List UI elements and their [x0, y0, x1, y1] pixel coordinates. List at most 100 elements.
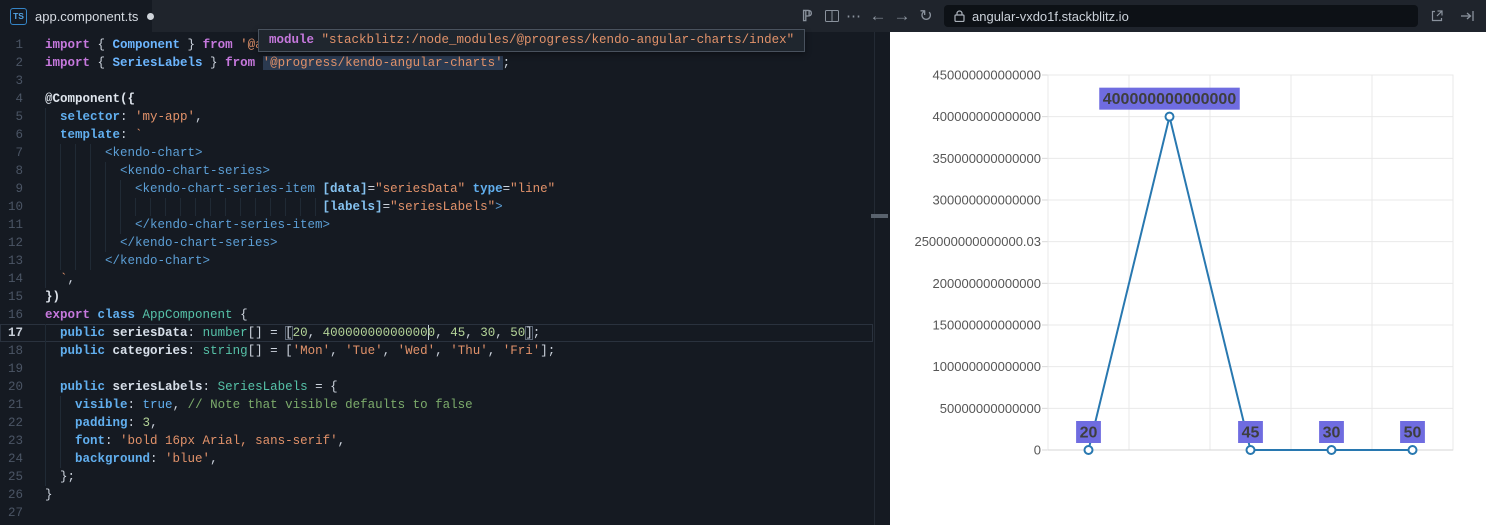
url-text: angular-vxdo1f.stackblitz.io [972, 8, 1129, 24]
y-axis-label: 400000000000000 [933, 109, 1041, 124]
code-line[interactable]: 26} [0, 486, 890, 504]
code-line-text: @Component({ [45, 92, 136, 106]
y-axis-label: 350000000000000 [933, 151, 1041, 166]
code-line[interactable]: 18 public categories: string[] = ['Mon',… [0, 342, 890, 360]
y-axis-label: 150000000000000 [933, 318, 1041, 333]
reload-icon[interactable]: ↻ [916, 0, 936, 32]
line-number: 15 [7, 290, 23, 304]
code-line-text: font: 'bold 16px Arial, sans-serif', [75, 434, 346, 448]
code-line-text: selector: 'my-app', [60, 110, 203, 124]
y-axis-label: 200000000000000 [933, 276, 1041, 291]
code-line[interactable]: 15}) [0, 288, 890, 306]
lock-icon [954, 10, 965, 22]
line-number: 3 [15, 74, 23, 88]
code-line[interactable]: 10 [labels]="seriesLabels"> [0, 198, 890, 216]
code-line[interactable]: 8 <kendo-chart-series> [0, 162, 890, 180]
line-number: 6 [15, 128, 23, 142]
code-line-text: <kendo-chart> [45, 146, 203, 160]
line-number: 19 [7, 362, 23, 376]
code-line-text: <kendo-chart-series-item [data]="seriesD… [45, 182, 556, 196]
editor-ruler [874, 32, 875, 525]
code-line-text: } [45, 488, 53, 502]
code-line[interactable]: 27 [0, 504, 890, 522]
line-number: 22 [7, 416, 23, 430]
line-number: 27 [7, 506, 23, 520]
forward-icon[interactable]: → [892, 0, 912, 32]
line-number: 8 [15, 164, 23, 178]
back-icon[interactable]: ← [868, 0, 888, 32]
line-number: 18 [7, 344, 23, 358]
code-line-text: import { SeriesLabels } from '@progress/… [45, 56, 511, 70]
code-line[interactable]: 17 public seriesData: number[] = [20, 40… [0, 324, 890, 342]
series-marker [1164, 111, 1175, 122]
code-line-text: `, [45, 272, 76, 286]
line-number: 17 [7, 326, 23, 340]
code-line[interactable]: 6 template: ` [0, 126, 890, 144]
code-line-text: public seriesLabels: SeriesLabels = { [60, 380, 338, 394]
y-axis-label: 100000000000000 [933, 359, 1041, 374]
code-line[interactable]: 11 </kendo-chart-series-item> [0, 216, 890, 234]
y-axis-label: 0 [1034, 443, 1041, 458]
line-number: 13 [7, 254, 23, 268]
code-line[interactable]: 4 @Component({ [0, 90, 890, 108]
series-marker [1083, 445, 1094, 455]
line-number: 7 [15, 146, 23, 160]
open-external-icon[interactable] [1427, 0, 1447, 32]
code-line[interactable]: 25 }; [0, 468, 890, 486]
scrollbar-mark[interactable] [871, 214, 888, 218]
line-number: 26 [7, 488, 23, 502]
code-line[interactable]: 3 [0, 72, 890, 90]
line-number: 16 [7, 308, 23, 322]
code-lines: 1 import { Component } from '@a 2 import { … [0, 32, 890, 525]
code-line-text: }; [45, 470, 76, 484]
more-options-icon[interactable]: ⋯ [844, 0, 864, 32]
top-bar: TS app.component.ts ℙ ⋯ ← → ↻ angular-vx… [0, 0, 1486, 32]
line-number: 21 [7, 398, 23, 412]
code-line[interactable]: 20 public seriesLabels: SeriesLabels = { [0, 378, 890, 396]
code-line[interactable]: 5 selector: 'my-app', [0, 108, 890, 126]
line-number: 23 [7, 434, 23, 448]
line-number: 10 [7, 200, 23, 214]
hover-tooltip: module "stackblitz:/node_modules/@progre… [258, 29, 806, 52]
line-number: 2 [15, 56, 23, 70]
preview-panel: 0 50000000000000 100000000000000 1500000000… [890, 32, 1486, 525]
code-line-text: </kendo-chart-series> [45, 236, 278, 250]
data-label: 400000000000000 [1103, 91, 1237, 108]
code-line[interactable]: 21 visible: true, // Note that visible d… [0, 396, 890, 414]
line-number: 5 [15, 110, 23, 124]
code-line[interactable]: 19 [0, 360, 890, 378]
kendo-line-chart[interactable]: 0 50000000000000 100000000000000 1500000000… [890, 32, 1486, 525]
code-line-text: public seriesData: number[] = [20, 40000… [60, 325, 541, 341]
line-number: 24 [7, 452, 23, 466]
url-bar[interactable]: angular-vxdo1f.stackblitz.io [944, 5, 1418, 27]
line-number: 12 [7, 236, 23, 250]
code-line[interactable]: 22 padding: 3, [0, 414, 890, 432]
data-label: 45 [1242, 425, 1260, 442]
line-number: 14 [7, 272, 23, 286]
line-number: 9 [15, 182, 23, 196]
line-number: 11 [7, 218, 23, 232]
code-line[interactable]: 7 <kendo-chart> [0, 144, 890, 162]
code-line[interactable]: 24 background: 'blue', [0, 450, 890, 468]
data-label: 20 [1080, 425, 1098, 442]
code-line-text: [labels]="seriesLabels"> [322, 200, 503, 214]
prettier-icon[interactable]: ℙ [797, 0, 817, 32]
code-line[interactable]: 12 </kendo-chart-series> [0, 234, 890, 252]
y-axis-label: 250000000000000.03 [914, 234, 1041, 249]
code-line[interactable]: 13 </kendo-chart> [0, 252, 890, 270]
series-marker [1407, 445, 1418, 455]
code-line[interactable]: 23 font: 'bold 16px Arial, sans-serif', [0, 432, 890, 450]
series-marker [1245, 445, 1256, 455]
code-line[interactable]: 16 export class AppComponent { [0, 306, 890, 324]
split-view-icon[interactable] [822, 0, 842, 32]
tab-app-component-ts[interactable]: TS app.component.ts [0, 0, 155, 32]
code-line-text: <kendo-chart-series> [45, 164, 271, 178]
typescript-file-icon: TS [10, 7, 27, 25]
code-line-text: visible: true, // Note that visible defa… [75, 398, 473, 412]
code-line[interactable]: 2 import { SeriesLabels } from '@progress… [0, 54, 890, 72]
code-editor[interactable]: 1 import { Component } from '@a 2 import { … [0, 32, 890, 525]
code-line[interactable]: 9 <kendo-chart-series-item [data]="serie… [0, 180, 890, 198]
code-line[interactable]: 14 `, [0, 270, 890, 288]
data-label: 50 [1404, 425, 1422, 442]
dock-right-icon[interactable] [1457, 0, 1477, 32]
